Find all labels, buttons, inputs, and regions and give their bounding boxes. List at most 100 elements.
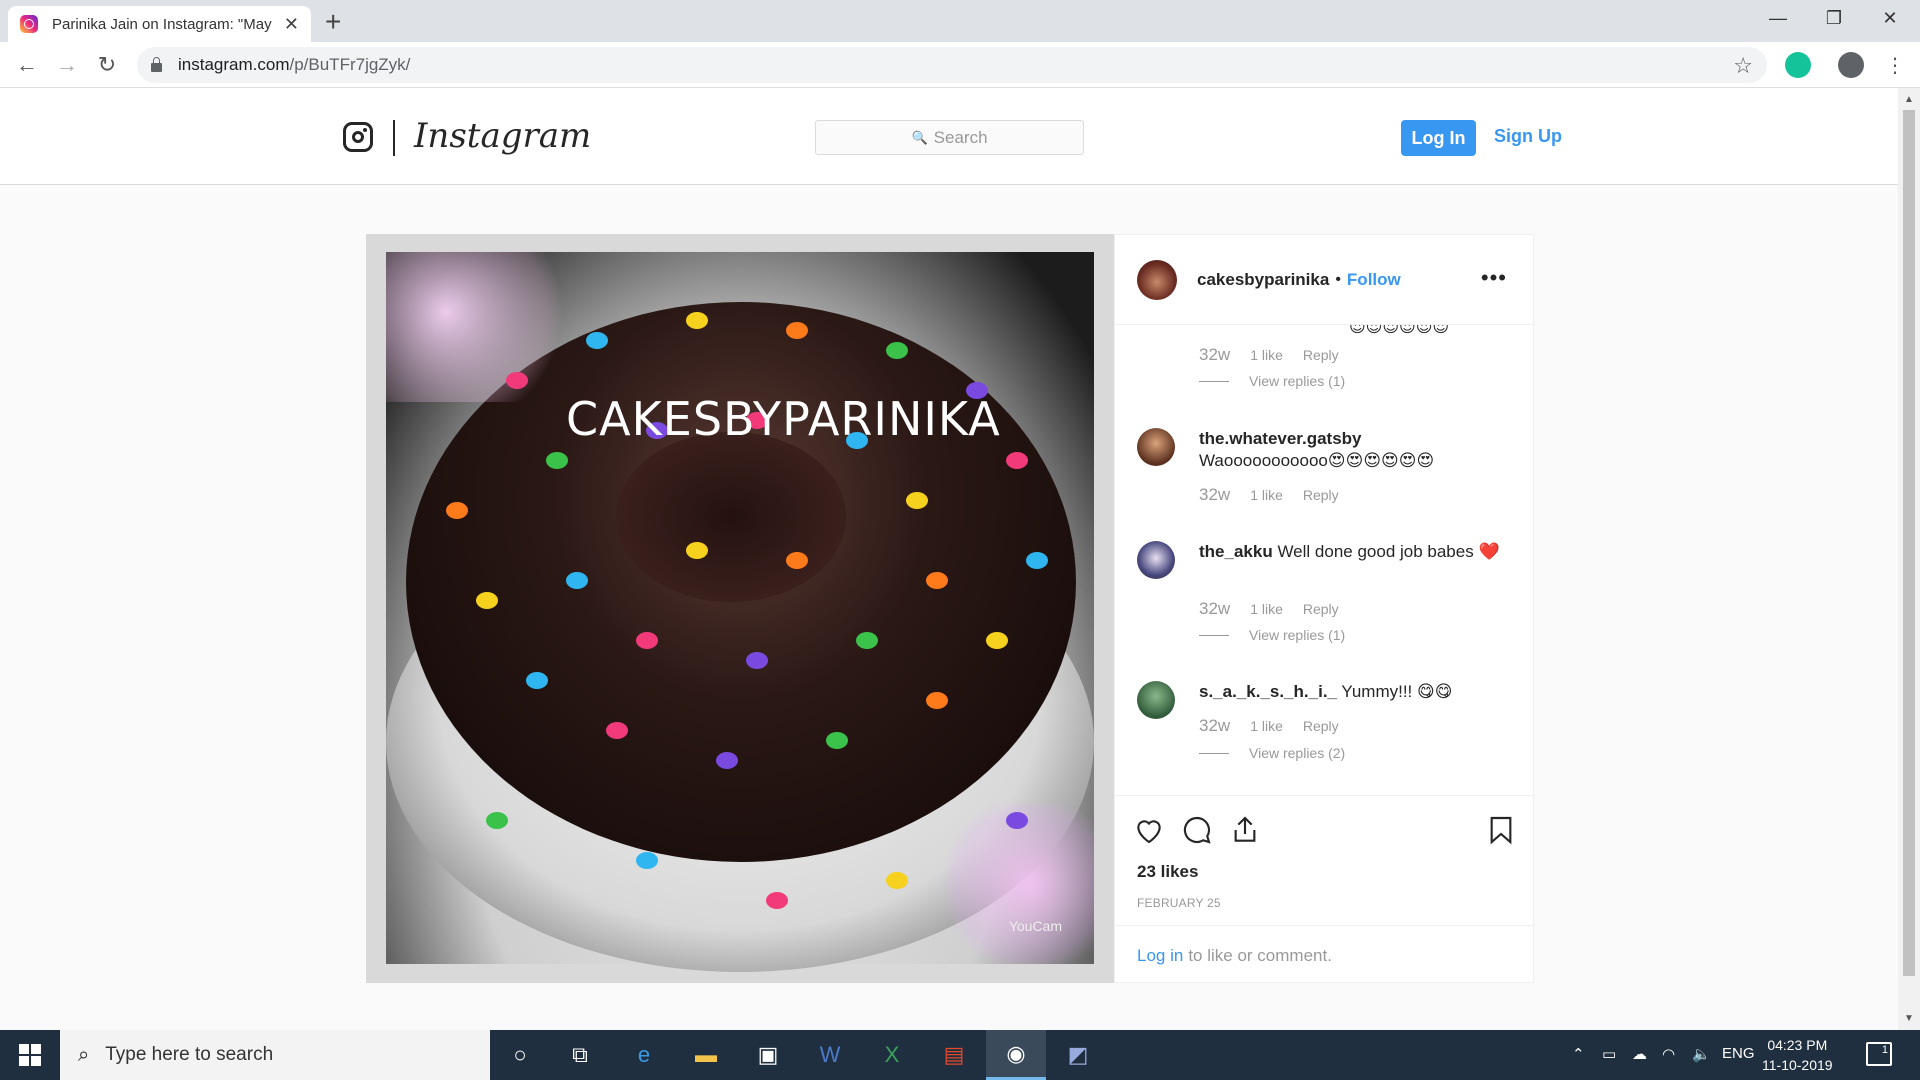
chrome-icon[interactable]: ◉ (986, 1030, 1046, 1080)
login-button[interactable]: Log In (1401, 120, 1476, 156)
likes-count[interactable]: 23 likes (1137, 862, 1198, 882)
restore-icon[interactable]: ❐ (1806, 0, 1862, 36)
close-window-icon[interactable]: ✕ (1862, 0, 1918, 36)
candy-piece (886, 872, 908, 889)
comment-icon[interactable] (1181, 814, 1213, 846)
url-path: /p/BuTFr7jgZyk/ (289, 55, 411, 74)
share-icon[interactable] (1229, 814, 1261, 846)
volume-icon[interactable]: 🔈 (1692, 1045, 1711, 1063)
notification-icon[interactable]: 1 (1866, 1042, 1892, 1066)
comment-age: 32w (1199, 599, 1231, 618)
reply-button[interactable]: Reply (1303, 347, 1339, 363)
replies-line (1199, 752, 1229, 754)
bookmark-icon[interactable] (1485, 814, 1517, 846)
author-username[interactable]: cakesbyparinika (1197, 270, 1329, 290)
word-icon[interactable]: W (800, 1030, 860, 1080)
comment-likes[interactable]: 1 like (1250, 487, 1283, 503)
candy-piece (716, 752, 738, 769)
lock-icon (151, 56, 162, 72)
heart-icon[interactable] (1133, 814, 1165, 846)
store-icon[interactable]: ▣ (738, 1030, 798, 1080)
new-tab-button[interactable]: + (325, 6, 341, 38)
comment-likes[interactable]: 1 like (1250, 347, 1283, 363)
language-indicator[interactable]: ENG (1722, 1045, 1755, 1062)
chrome-menu-icon[interactable]: ⋮ (1880, 50, 1910, 80)
candy-piece (686, 312, 708, 329)
commenter-username[interactable]: the_akku (1199, 542, 1273, 561)
url-text: instagram.com/p/BuTFr7jgZyk/ (178, 55, 410, 75)
comment-likes[interactable]: 1 like (1250, 601, 1283, 617)
reply-button[interactable]: Reply (1303, 487, 1339, 503)
post-photo: CAKESBYPARINIKA YouCam (386, 252, 1094, 972)
view-replies-label: View replies (1) (1249, 627, 1346, 643)
onedrive-icon[interactable]: ☁ (1632, 1045, 1647, 1063)
excel-icon[interactable]: X (862, 1030, 922, 1080)
view-replies[interactable]: View replies (2) (1199, 745, 1345, 761)
scroll-up-icon[interactable]: ▲ (1904, 94, 1914, 105)
back-icon[interactable]: ← (12, 50, 42, 80)
grammarly-extension-icon[interactable] (1785, 52, 1811, 78)
file-explorer-icon[interactable]: ▬ (676, 1030, 736, 1080)
tab-close-icon[interactable]: ✕ (284, 14, 299, 35)
signup-link[interactable]: Sign Up (1494, 126, 1562, 147)
scroll-down-icon[interactable]: ▼ (1904, 1013, 1914, 1024)
reply-button[interactable]: Reply (1303, 601, 1339, 617)
instagram-wordmark[interactable]: Instagram (414, 116, 591, 156)
comments-list: 😍😍😍😍😍😍 32w 1 like Reply View replies (1)… (1115, 325, 1535, 795)
search-icon: ⌕ (78, 1043, 90, 1066)
battery-icon[interactable]: ▭ (1602, 1045, 1616, 1063)
windows-taskbar: ⌕ Type here to search ○ ⧉ e ▬ ▣ W X ▤ ◉ … (0, 1030, 1920, 1080)
candy-piece (476, 592, 498, 609)
clock[interactable]: 04:23 PM 11-10-2019 (1762, 1035, 1833, 1075)
page-scrollbar[interactable]: ▲ ▼ (1898, 88, 1920, 1030)
comment-item: the.whatever.gatsby Waooooooooooo😍😍😍😍😍😍 (1137, 428, 1517, 472)
comment-text: Yummy!!! 😋😋 (1341, 682, 1453, 701)
forward-icon[interactable]: → (52, 50, 82, 80)
view-replies[interactable]: View replies (1) (1199, 373, 1345, 389)
browser-tab-active[interactable]: Parinika Jain on Instagram: "May ✕ (8, 6, 311, 42)
follow-button[interactable]: Follow (1347, 270, 1401, 290)
view-replies[interactable]: View replies (1) (1199, 627, 1345, 643)
login-link[interactable]: Log in (1137, 946, 1183, 966)
task-view-icon[interactable]: ⧉ (550, 1030, 610, 1080)
search-input[interactable]: 🔍 Search (815, 120, 1084, 155)
candy-piece (636, 632, 658, 649)
cortana-icon[interactable]: ○ (490, 1030, 550, 1080)
commenter-avatar[interactable] (1137, 681, 1175, 719)
candy-piece (906, 492, 928, 509)
instagram-camera-icon[interactable] (343, 122, 373, 152)
reload-icon[interactable]: ↻ (92, 50, 122, 80)
candy-piece (566, 572, 588, 589)
instagram-favicon-icon (20, 15, 38, 33)
windows-logo-icon (19, 1044, 41, 1066)
edge-icon[interactable]: e (614, 1030, 674, 1080)
more-options-icon[interactable]: ••• (1481, 265, 1507, 291)
address-bar[interactable]: instagram.com/p/BuTFr7jgZyk/ ☆ (137, 47, 1767, 83)
bookmark-star-icon[interactable]: ☆ (1733, 53, 1753, 79)
pdf-reader-icon[interactable]: ▤ (924, 1030, 984, 1080)
scrollbar-thumb[interactable] (1903, 110, 1915, 976)
commenter-username[interactable]: the.whatever.gatsby (1199, 429, 1362, 448)
taskbar-search[interactable]: ⌕ Type here to search (60, 1030, 490, 1080)
author-avatar[interactable] (1137, 259, 1177, 300)
commenter-avatar[interactable] (1137, 541, 1175, 579)
commenter-avatar[interactable] (1137, 428, 1175, 466)
post-watermark: CAKESBYPARINIKA (566, 392, 1001, 446)
wifi-icon[interactable]: ◠ (1662, 1045, 1675, 1063)
candy-piece (856, 632, 878, 649)
comment-body: s._a._k._s._h._i._ Yummy!!! 😋😋 (1199, 681, 1517, 703)
tray-overflow-icon[interactable]: ⌃ (1572, 1045, 1585, 1063)
post-image[interactable]: CAKESBYPARINIKA YouCam (366, 234, 1114, 983)
comment-meta: 32w 1 like Reply (1199, 345, 1339, 365)
candy-piece (826, 732, 848, 749)
candy-piece (636, 852, 658, 869)
minimize-icon[interactable]: — (1750, 0, 1806, 36)
app-window-icon[interactable]: ◩ (1048, 1030, 1108, 1080)
comment-text: Well done good job babes ❤️ (1277, 542, 1500, 561)
reply-button[interactable]: Reply (1303, 718, 1339, 734)
commenter-username[interactable]: s._a._k._s._h._i._ (1199, 682, 1337, 701)
profile-icon[interactable] (1838, 52, 1864, 78)
start-button[interactable] (0, 1030, 60, 1080)
comment-likes[interactable]: 1 like (1250, 718, 1283, 734)
post-author-header: cakesbyparinika • Follow ••• (1115, 235, 1535, 325)
